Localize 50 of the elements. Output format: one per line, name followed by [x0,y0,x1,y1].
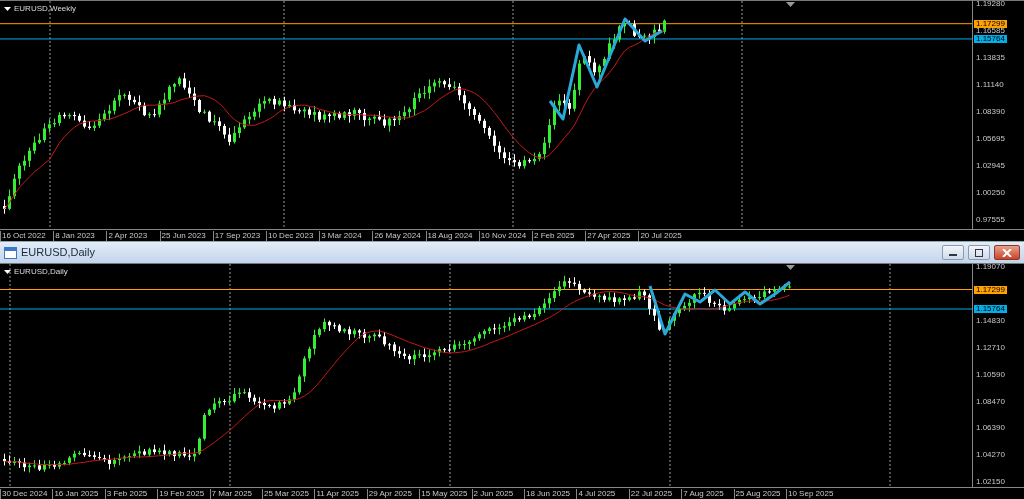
date-label: 25 Mar 2025 [262,489,309,499]
date-label: 7 Aug 2025 [681,489,724,499]
price-label: 1.13835 [976,54,1005,63]
price-label: 1.00250 [976,189,1005,198]
minimize-button[interactable] [942,245,964,260]
date-label: 18 Jun 2025 [524,489,571,499]
dropdown-icon[interactable] [4,270,11,274]
price-label: 1.05695 [976,135,1005,144]
chart-title: EURUSD,Daily [14,267,68,277]
price-label: 1.12710 [976,343,1005,352]
date-label: 4 Jul 2025 [576,489,616,499]
date-label: 19 Feb 2025 [157,489,205,499]
date-label: 15 May 2025 [419,489,468,499]
price-label: 1.19280 [976,0,1005,8]
price-tag: 1.15764 [974,305,1007,313]
window-icon [4,246,17,259]
window-title: EURUSD,Daily [21,245,96,261]
price-tag: 1.17299 [974,285,1007,294]
date-label: 7 Mar 2025 [209,489,253,499]
price-label: 1.08390 [976,108,1005,117]
price-label: 1.14830 [976,316,1005,325]
date-label: 30 Dec 2024 [0,489,48,499]
date-label: 29 Apr 2025 [366,489,412,499]
price-label: 1.08470 [976,397,1005,406]
maximize-button[interactable] [968,245,990,260]
price-label: 1.11140 [976,80,1004,89]
price-label: 1.10590 [976,370,1005,379]
price-label: 0.97555 [976,216,1005,224]
chart-shift-icon [786,265,795,270]
price-label: 1.02945 [976,162,1005,171]
date-label: 11 Apr 2025 [314,489,359,499]
price-label: 1.04270 [976,451,1005,460]
chart-title: EURUSD,Weekly [14,4,77,14]
date-label: 16 Jan 2025 [52,489,99,499]
price-label: 1.19070 [976,263,1005,271]
date-label: 10 Sep 2025 [786,489,834,499]
price-tag: 1.15764 [974,34,1007,43]
price-label: 1.06390 [976,424,1005,433]
price-tag: 1.17299 [974,19,1007,28]
date-label: 2 Jun 2025 [471,489,514,499]
price-label: 1.16585 [976,26,1005,35]
dropdown-icon[interactable] [4,7,11,11]
close-icon [1002,248,1012,257]
chart-shift-icon [786,2,795,7]
close-button[interactable] [994,245,1020,260]
date-label: 22 Jul 2025 [628,489,673,499]
date-label: 25 Aug 2025 [733,489,781,499]
maximize-icon [974,248,984,257]
date-label: 3 Feb 2025 [104,489,148,499]
price-label: 1.02150 [976,478,1005,486]
